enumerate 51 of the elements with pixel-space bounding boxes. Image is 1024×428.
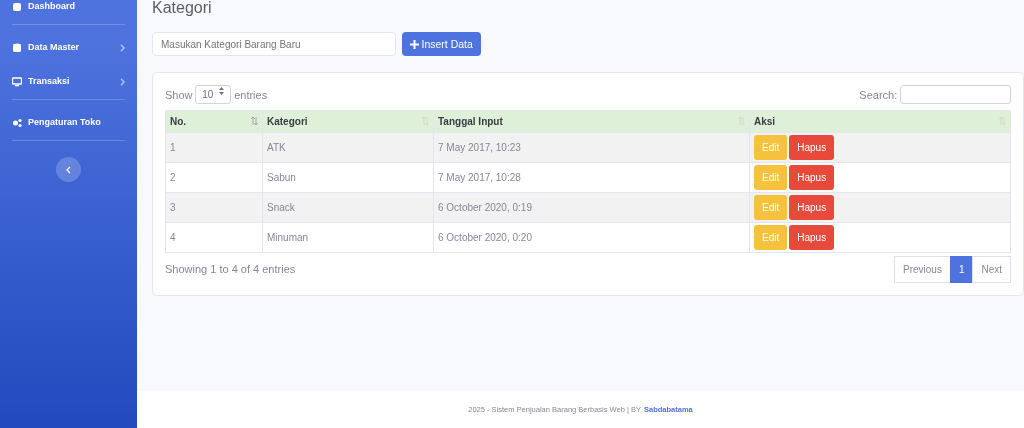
sidebar-item[interactable]: Pengaturan Toko	[12, 106, 125, 140]
entries-label: entries	[234, 87, 268, 103]
dashboard-icon	[12, 2, 22, 12]
table-cell: Sabun	[262, 162, 434, 193]
table-cell: 2	[165, 162, 263, 193]
chevron-right-icon	[120, 44, 125, 52]
sidebar-label: Dashboard	[28, 0, 76, 14]
table-cell: 1	[165, 132, 263, 163]
sidebar-toggle-button[interactable]	[56, 157, 81, 182]
sort-icon	[251, 116, 258, 125]
pagination-button[interactable]: Previous	[893, 255, 951, 283]
sidebar-item[interactable]: Dashboard	[12, 0, 125, 24]
chevron-right-icon	[120, 78, 125, 86]
table-cell: 7 May 2017, 10:23	[433, 132, 750, 163]
gears-icon	[12, 118, 22, 128]
show-label: Show	[165, 87, 193, 103]
page-title: Kategori	[152, 0, 213, 18]
plus-icon	[409, 39, 419, 49]
search-label: Search:	[859, 87, 898, 103]
column-header[interactable]: Tanggal Input	[433, 110, 750, 133]
insert-data-button[interactable]: Insert Data	[401, 32, 481, 57]
category-input[interactable]: Masukan Kategori Barang Baru	[152, 32, 396, 57]
pagination-button[interactable]: 1	[949, 255, 974, 283]
monitor-icon	[12, 77, 22, 87]
column-header[interactable]: Kategori	[262, 110, 434, 133]
table-cell: 3	[165, 192, 263, 223]
column-header[interactable]: Aksi	[749, 110, 1011, 133]
page-size-select[interactable]: 10	[195, 85, 232, 105]
table-cell: 6 October 2020, 0:20	[433, 222, 750, 253]
chevron-left-icon	[66, 165, 71, 174]
table-cell: Minuman	[262, 222, 434, 253]
table-cell: 6 October 2020, 0:19	[433, 192, 750, 223]
pagination-button[interactable]: Next	[972, 255, 1011, 283]
database-icon	[12, 43, 22, 53]
delete-button[interactable]: Hapus	[789, 194, 835, 220]
column-header[interactable]: No.	[165, 110, 263, 133]
table-cell: 7 May 2017, 10:28	[433, 162, 750, 193]
table-cell: Snack	[262, 192, 434, 223]
sidebar-item[interactable]: Data Master	[12, 31, 125, 65]
search-field[interactable]	[900, 85, 1011, 105]
table-cell: 4	[165, 222, 263, 253]
delete-button[interactable]: Hapus	[789, 224, 835, 250]
table-info: Showing 1 to 4 of 4 entries	[165, 261, 296, 277]
sidebar-label: Pengaturan Toko	[28, 116, 102, 130]
dropdown-icon	[219, 87, 225, 96]
delete-button[interactable]: Hapus	[789, 134, 835, 160]
sidebar-label: Data Master	[28, 41, 81, 55]
delete-button[interactable]: Hapus	[789, 164, 835, 190]
table-cell: ATK	[262, 132, 434, 163]
sidebar-item[interactable]: Transaksi	[12, 65, 125, 99]
sidebar-label: Transaksi	[28, 75, 71, 89]
